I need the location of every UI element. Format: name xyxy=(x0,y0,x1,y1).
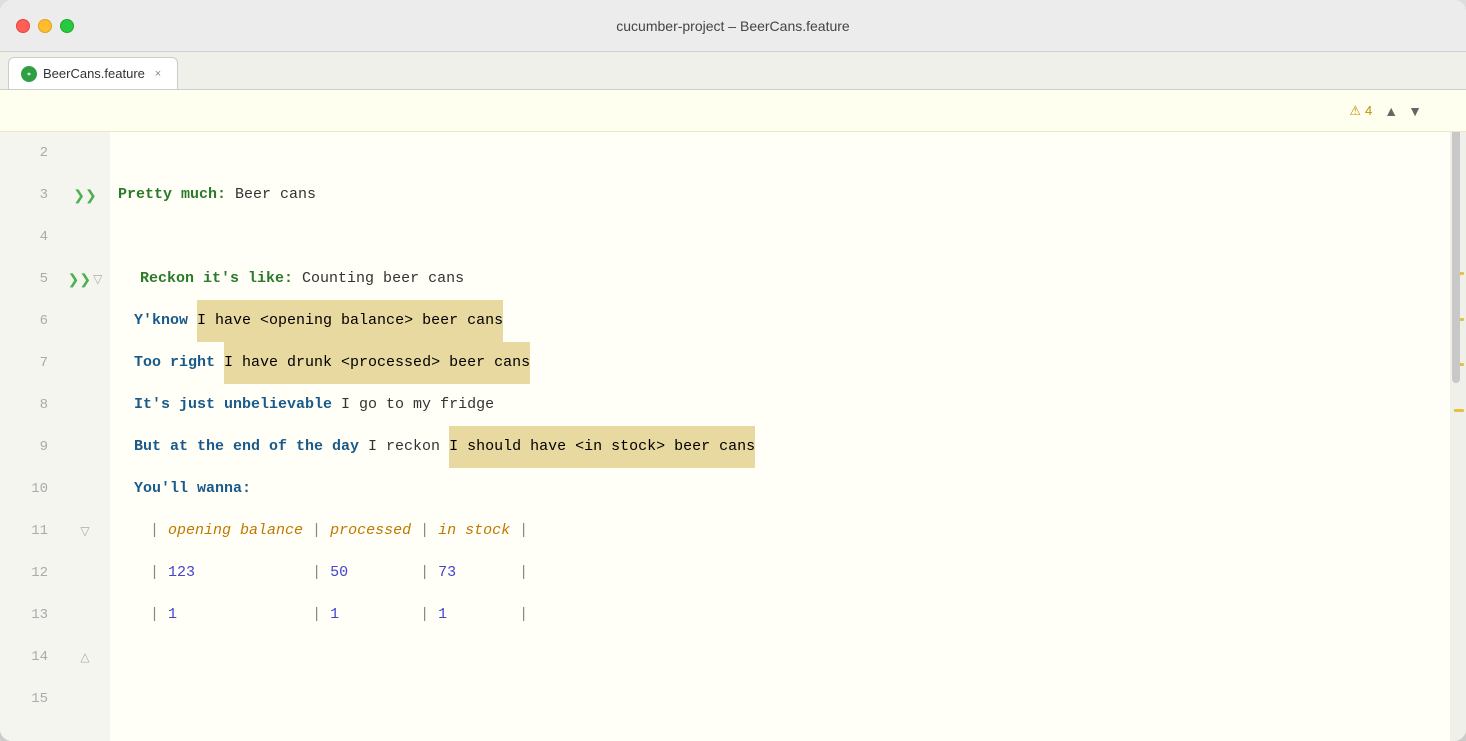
step-keyword-10: You'll wanna: xyxy=(134,468,251,510)
gutter-7 xyxy=(60,342,110,384)
scrollbar-thumb[interactable] xyxy=(1452,123,1460,383)
gutter-14: △ xyxy=(60,636,110,678)
window-title: cucumber-project – BeerCans.feature xyxy=(616,18,849,34)
tab-beercans[interactable]: BeerCans.feature × xyxy=(8,57,178,89)
gutter-10 xyxy=(60,468,110,510)
step-highlight-7: I have drunk <processed> beer cans xyxy=(224,342,530,384)
code-line-7: Too right I have drunk <processed> beer … xyxy=(110,342,1450,384)
data-row1-col3: 73 xyxy=(438,552,456,594)
traffic-lights xyxy=(16,19,74,33)
code-line-4 xyxy=(110,216,1450,258)
gutter-11: ▽ xyxy=(60,510,110,552)
data-row2-col3: 1 xyxy=(438,594,447,636)
line-num-14: 14 xyxy=(0,636,60,678)
line-num-13: 13 xyxy=(0,594,60,636)
warning-indicator: ⚠ 4 xyxy=(1349,103,1372,119)
code-line-3: Pretty much: Beer cans xyxy=(110,174,1450,216)
line-numbers: 1 2 3 4 5 6 7 8 9 10 11 12 13 14 15 xyxy=(0,90,60,741)
line-num-15: 15 xyxy=(0,678,60,720)
tabs-bar: BeerCans.feature × xyxy=(0,52,1466,90)
step-highlight-9: I should have <in stock> beer cans xyxy=(449,426,755,468)
header-col-1: opening balance xyxy=(168,510,303,552)
line-num-6: 6 xyxy=(0,300,60,342)
code-line-5: Reckon it's like: Counting beer cans xyxy=(110,258,1450,300)
line-num-5: 5 xyxy=(0,258,60,300)
scrollbar[interactable] xyxy=(1450,90,1466,741)
code-line-9: But at the end of the day I reckon I sho… xyxy=(110,426,1450,468)
line-num-4: 4 xyxy=(0,216,60,258)
data-row1-col2: 50 xyxy=(330,552,348,594)
code-editor[interactable]: # language: en-au Pretty much: Beer cans… xyxy=(110,90,1450,741)
line-num-9: 9 xyxy=(0,426,60,468)
gutter: ❯❯ ❯❯ ▽ ▽ △ xyxy=(60,90,110,741)
fold-arrow-5[interactable]: ❯❯ xyxy=(68,271,91,288)
code-keyword-5: Reckon it's like: xyxy=(140,258,293,300)
gutter-5: ❯❯ ▽ xyxy=(60,258,110,300)
error-mark-4 xyxy=(1454,409,1464,412)
step-keyword-7: Too right xyxy=(134,342,215,384)
gutter-2 xyxy=(60,132,110,174)
step-keyword-8: It's just unbelievable xyxy=(134,384,332,426)
gutter-icon-11: ▽ xyxy=(80,524,89,538)
header-col-2: processed xyxy=(330,510,411,552)
editor-area: ⚠ 4 ▲ ▼ 1 2 3 4 5 6 7 8 9 10 11 12 13 14… xyxy=(0,90,1466,741)
gutter-6 xyxy=(60,300,110,342)
nav-down-button[interactable]: ▼ xyxy=(1404,101,1426,121)
gutter-8 xyxy=(60,384,110,426)
maximize-button[interactable] xyxy=(60,19,74,33)
warning-count: 4 xyxy=(1365,103,1372,118)
nav-up-button[interactable]: ▲ xyxy=(1380,101,1402,121)
gutter-9 xyxy=(60,426,110,468)
code-line-10: You'll wanna: xyxy=(110,468,1450,510)
code-line-8: It's just unbelievable I go to my fridge xyxy=(110,384,1450,426)
fold-arrow-3[interactable]: ❯❯ xyxy=(73,187,96,204)
step-highlight-6: I have <opening balance> beer cans xyxy=(197,300,503,342)
code-line-11: | opening balance | processed | in stock… xyxy=(110,510,1450,552)
code-line-6: Y'know I have <opening balance> beer can… xyxy=(110,300,1450,342)
app-window: cucumber-project – BeerCans.feature Beer… xyxy=(0,0,1466,741)
data-row2-col2: 1 xyxy=(330,594,339,636)
line-num-8: 8 xyxy=(0,384,60,426)
code-line-13: | 1 | 1 | 1 | xyxy=(110,594,1450,636)
line-num-3: 3 xyxy=(0,174,60,216)
code-line-14 xyxy=(110,636,1450,678)
code-line-12: | 123 | 50 | 73 | xyxy=(110,552,1450,594)
code-line-2 xyxy=(110,132,1450,174)
step-keyword-6: Y'know xyxy=(134,300,188,342)
gutter-icon-5: ▽ xyxy=(93,272,102,286)
tab-label: BeerCans.feature xyxy=(43,66,145,81)
header-col-3: in stock xyxy=(438,510,510,552)
data-row2-col1: 1 xyxy=(168,594,177,636)
gutter-15 xyxy=(60,678,110,720)
gutter-13 xyxy=(60,594,110,636)
line-num-10: 10 xyxy=(0,468,60,510)
gutter-12 xyxy=(60,552,110,594)
title-bar: cucumber-project – BeerCans.feature xyxy=(0,0,1466,52)
line-num-11: 11 xyxy=(0,510,60,552)
line-num-2: 2 xyxy=(0,132,60,174)
code-line-15 xyxy=(110,678,1450,720)
line-num-7: 7 xyxy=(0,342,60,384)
cucumber-icon xyxy=(21,66,37,82)
close-button[interactable] xyxy=(16,19,30,33)
gutter-icon-14: △ xyxy=(80,650,89,664)
tab-close-button[interactable]: × xyxy=(151,67,165,81)
code-keyword-3: Pretty much: xyxy=(118,174,226,216)
line-num-12: 12 xyxy=(0,552,60,594)
step-keyword-9: But at the end of the day xyxy=(134,426,359,468)
minimize-button[interactable] xyxy=(38,19,52,33)
gutter-3: ❯❯ xyxy=(60,174,110,216)
gutter-4 xyxy=(60,216,110,258)
data-row1-col1: 123 xyxy=(168,552,195,594)
warning-icon: ⚠ xyxy=(1349,103,1361,119)
